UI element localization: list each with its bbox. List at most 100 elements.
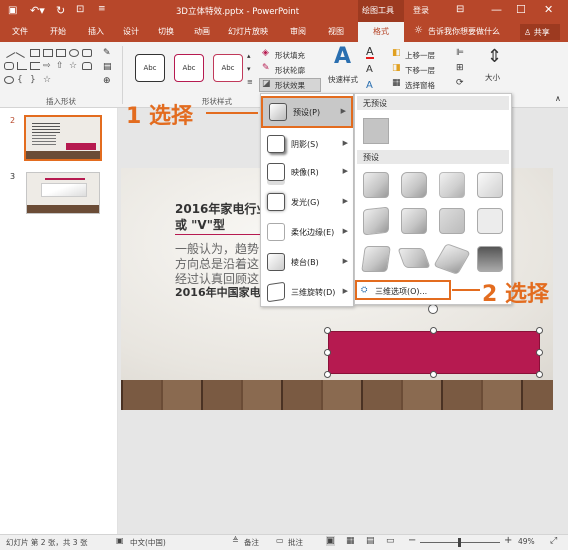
preset-option[interactable]	[361, 246, 391, 272]
menu-item-bevel[interactable]: 棱台(B) ▶	[261, 248, 353, 276]
preset-option[interactable]	[363, 172, 389, 198]
pentagon-shape-icon[interactable]	[82, 62, 92, 70]
ribbon-display-icon[interactable]: ⊟	[456, 4, 464, 15]
tab-review[interactable]: 审阅	[290, 26, 306, 37]
slideshow-view-icon[interactable]: ▭	[386, 536, 395, 546]
tab-home[interactable]: 开始	[50, 26, 66, 37]
rectangle-shape-icon[interactable]	[30, 49, 40, 57]
menu-item-soft-edges[interactable]: 柔化边缘(E) ▶	[261, 218, 353, 246]
tab-file[interactable]: 文件	[12, 26, 28, 37]
tab-insert[interactable]: 插入	[88, 26, 104, 37]
slide-title-line2[interactable]: 或 "V"型	[175, 216, 225, 233]
tab-design[interactable]: 设计	[123, 26, 139, 37]
resize-handle[interactable]	[324, 349, 331, 356]
zoom-slider-thumb[interactable]	[458, 538, 461, 547]
preset-option[interactable]	[363, 206, 389, 236]
triangle-shape-icon[interactable]	[82, 49, 92, 57]
menu-item-shadow[interactable]: 阴影(S) ▶	[261, 130, 353, 158]
preset-option[interactable]	[477, 208, 503, 234]
preset-option[interactable]	[397, 248, 431, 268]
preset-option[interactable]	[477, 172, 503, 198]
align-icon[interactable]: ⊫	[456, 48, 464, 58]
preset-option[interactable]	[439, 172, 465, 198]
resize-handle[interactable]	[430, 371, 437, 378]
shape-style-sample[interactable]: Abc	[135, 54, 165, 82]
slide-thumbnail-selected[interactable]	[24, 115, 102, 161]
rectangle-shape-icon[interactable]	[56, 49, 66, 57]
callout-shape-icon[interactable]	[4, 76, 14, 84]
tab-animations[interactable]: 动画	[194, 26, 210, 37]
redo-icon[interactable]: ↻	[56, 4, 65, 17]
shape-style-sample[interactable]: Abc	[174, 54, 204, 82]
quick-styles-icon[interactable]: A	[334, 44, 351, 69]
brace-shape-icon[interactable]: {	[17, 76, 27, 85]
group-icon[interactable]: ⊞	[456, 63, 464, 73]
preset-option[interactable]	[401, 172, 427, 198]
comments-button[interactable]: 批注	[288, 537, 303, 548]
maximize-icon[interactable]: ☐	[516, 3, 526, 16]
tab-view[interactable]: 视图	[328, 26, 344, 37]
gallery-scroll-icon[interactable]: ▴ ▾ ≡	[247, 50, 253, 89]
menu-item-glow[interactable]: 发光(G) ▶	[261, 188, 353, 216]
no-preset-option[interactable]	[363, 118, 389, 144]
text-box-icon[interactable]: ▤	[103, 62, 112, 72]
undo-icon[interactable]: ↶▾	[30, 4, 45, 17]
preset-option[interactable]	[477, 246, 503, 272]
preset-option[interactable]	[439, 208, 465, 234]
shape-outline-button[interactable]: 形状轮廓	[275, 65, 305, 76]
quick-styles-label[interactable]: 快速样式	[328, 74, 358, 85]
share-button[interactable]: ♙ 共享	[520, 24, 560, 40]
tab-transitions[interactable]: 切换	[158, 26, 174, 37]
text-fill-icon[interactable]: A	[366, 46, 374, 59]
tab-slideshow[interactable]: 幻灯片放映	[228, 26, 268, 37]
zoom-level[interactable]: 49%	[518, 537, 535, 546]
text-outline-icon[interactable]: A	[366, 64, 373, 75]
menu-item-preset[interactable]: 预设(P) ▶	[261, 96, 353, 128]
minimize-icon[interactable]: —	[491, 3, 502, 16]
language-label[interactable]: 中文(中国)	[130, 537, 166, 548]
slide-thumbnail[interactable]	[26, 172, 100, 214]
bring-forward-button[interactable]: 上移一层	[405, 50, 435, 61]
menu-item-3d-rotation[interactable]: 三维旋转(D) ▶	[261, 278, 353, 306]
slide-body-line4[interactable]: 2016年中国家电	[175, 284, 261, 300]
rectangle-shape-icon[interactable]	[43, 49, 53, 57]
reading-view-icon[interactable]: ▤	[366, 536, 375, 546]
tab-format[interactable]: 格式	[358, 22, 404, 42]
rounded-rect-shape-icon[interactable]	[4, 62, 14, 70]
resize-handle[interactable]	[324, 371, 331, 378]
edit-shape-icon[interactable]: ✎	[103, 48, 111, 58]
selection-pane-button[interactable]: 选择窗格	[405, 80, 435, 91]
line-shape-icon[interactable]	[2, 46, 16, 58]
bracket-shape-icon[interactable]	[30, 62, 40, 70]
zoom-in-icon[interactable]: +	[504, 535, 512, 546]
login-link[interactable]: 登录	[413, 5, 429, 16]
size-icon[interactable]: ⇕	[487, 46, 502, 67]
merge-shapes-icon[interactable]: ⊕	[103, 76, 111, 86]
save-icon[interactable]: ▣	[8, 5, 17, 16]
customize-toolbar-icon[interactable]: ≡	[98, 4, 106, 14]
slide-title-line1[interactable]: 2016年家电行业	[175, 200, 268, 217]
preset-option[interactable]	[433, 243, 471, 275]
rotate-handle[interactable]	[428, 304, 438, 314]
proofing-icon[interactable]: ▣	[116, 536, 124, 545]
slideshow-start-icon[interactable]: ⊡	[76, 4, 84, 15]
shape-gallery[interactable]: ⇨ ⇧ ☆ { } ☆	[2, 46, 100, 88]
menu-item-reflection[interactable]: 映像(R) ▶	[261, 158, 353, 186]
preset-option[interactable]	[401, 208, 427, 234]
star-shape-icon[interactable]: ☆	[43, 76, 53, 85]
fit-slide-icon[interactable]: ⤢	[550, 536, 557, 546]
collapse-ribbon-icon[interactable]: ∧	[555, 94, 561, 103]
resize-handle[interactable]	[536, 327, 543, 334]
resize-handle[interactable]	[536, 349, 543, 356]
brace-shape-icon[interactable]: }	[30, 76, 40, 85]
oval-shape-icon[interactable]	[69, 49, 79, 57]
lshape-shape-icon[interactable]	[17, 62, 27, 70]
resize-handle[interactable]	[536, 371, 543, 378]
3d-options-item[interactable]: ⛭ 三维选项(O)...	[355, 280, 451, 300]
shape-fill-button[interactable]: 形状填充	[275, 50, 305, 61]
normal-view-icon[interactable]: ▣	[326, 536, 335, 546]
star-shape-icon[interactable]: ☆	[69, 62, 79, 71]
slide-sorter-icon[interactable]: ▦	[346, 536, 355, 546]
close-icon[interactable]: ✕	[544, 3, 553, 16]
selected-rectangle-shape[interactable]	[328, 331, 540, 374]
